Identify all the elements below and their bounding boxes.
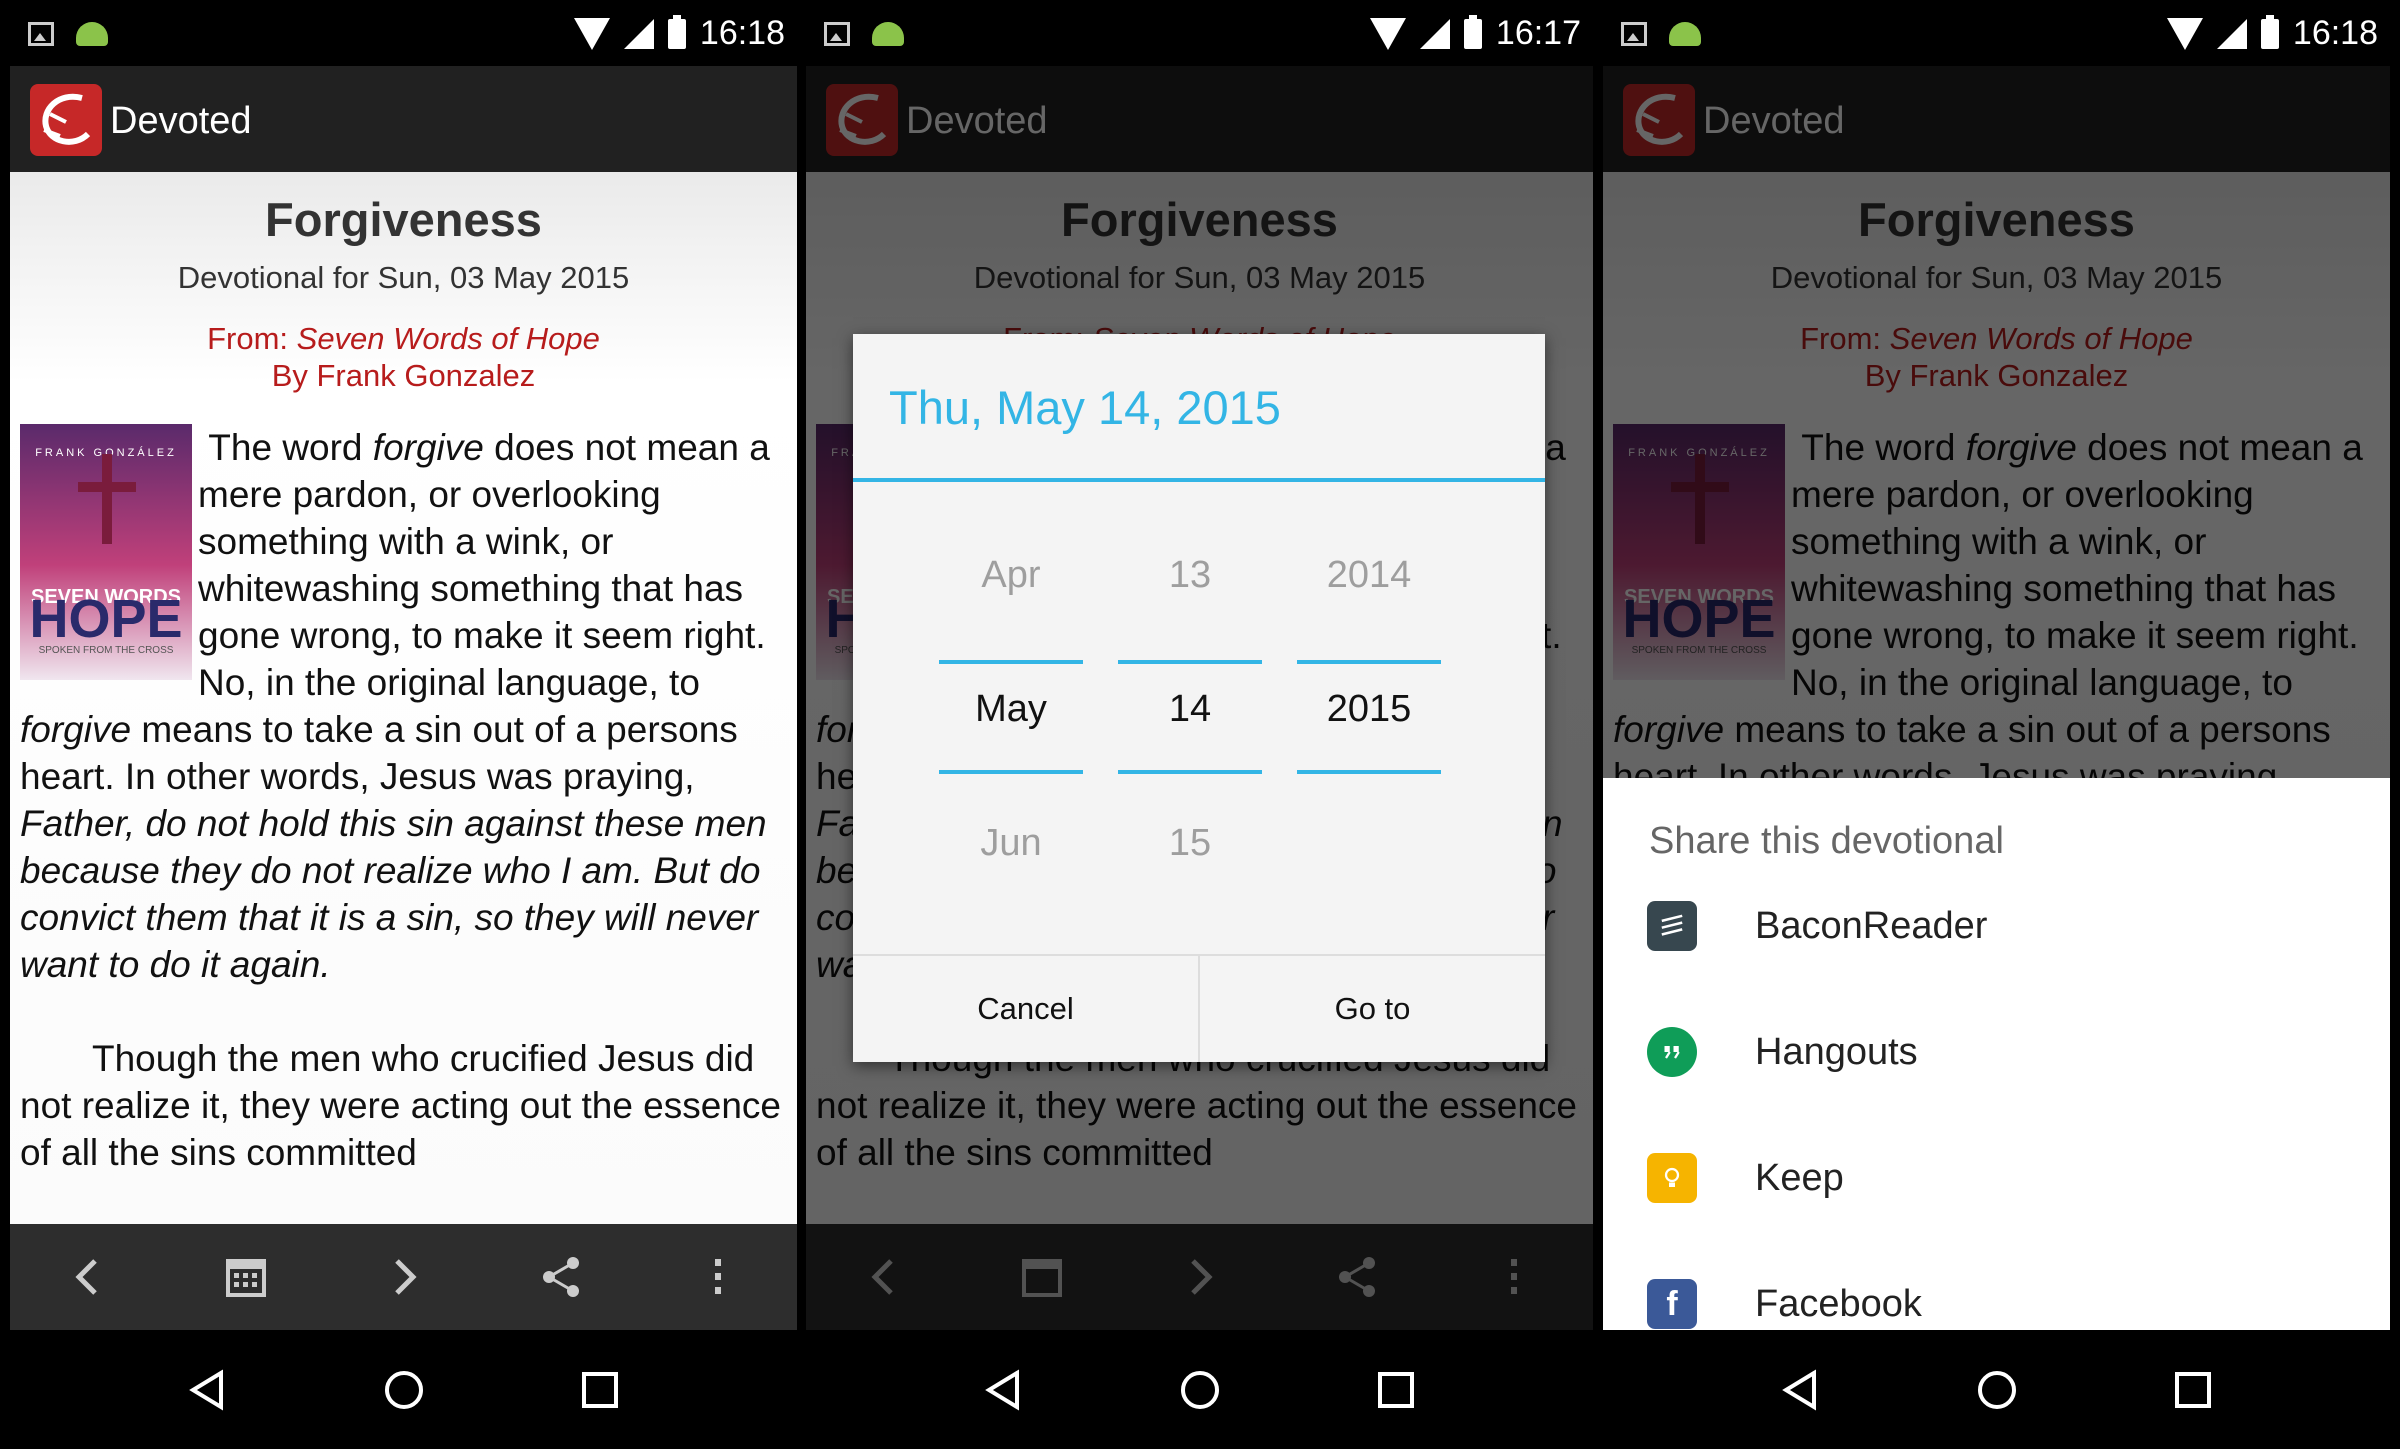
chevron-left-icon: [75, 1259, 97, 1295]
screen-share: 16:18 Devoted Forgiveness Devotional for…: [1603, 0, 2390, 1449]
year-selected[interactable]: 2015: [1297, 688, 1441, 731]
share-option-keep[interactable]: Keep: [1647, 1138, 2347, 1218]
text-run: Father, do not hold this sin against the…: [20, 803, 767, 985]
app-bar: Devoted: [10, 66, 797, 172]
book-title: Seven Words of Hope: [296, 321, 600, 356]
from-prefix: From:: [207, 321, 297, 356]
facebook-icon: f: [1647, 1279, 1697, 1329]
back-icon[interactable]: [1778, 1367, 1824, 1413]
day-spinner[interactable]: 13 14 15: [1118, 478, 1262, 890]
share-icon: [542, 1257, 579, 1297]
month-selected[interactable]: May: [939, 688, 1083, 731]
share-sheet-title: Share this devotional: [1649, 820, 2004, 862]
signal-icon: [2216, 18, 2247, 49]
dialog-header: Thu, May 14, 2015: [853, 334, 1545, 482]
previous-button[interactable]: [59, 1247, 119, 1307]
back-icon[interactable]: [981, 1367, 1027, 1413]
app-logo-icon[interactable]: [30, 84, 102, 156]
text-run: The word: [208, 427, 373, 468]
battery-icon: [667, 14, 686, 49]
keep-icon: [1647, 1153, 1697, 1203]
month-spinner[interactable]: Apr May Jun: [939, 478, 1083, 890]
battery-icon: [1463, 14, 1482, 49]
share-button[interactable]: [531, 1247, 591, 1307]
clock: 16:17: [1495, 14, 1581, 52]
nav-bar: [1603, 1330, 2390, 1449]
overflow-menu-button[interactable]: [688, 1247, 748, 1307]
status-bar: 16:17: [806, 0, 1593, 66]
day-next[interactable]: 15: [1118, 822, 1262, 865]
text-run: forgive: [372, 427, 484, 468]
recents-icon[interactable]: [2170, 1367, 2216, 1413]
share-option-baconreader[interactable]: BaconReader: [1647, 886, 2347, 966]
source-info: From: Seven Words of Hope By Frank Gonza…: [10, 320, 797, 394]
recents-icon[interactable]: [577, 1367, 623, 1413]
year-prev[interactable]: 2014: [1297, 554, 1441, 597]
wifi-icon: [2166, 17, 2203, 50]
day-selected[interactable]: 14: [1118, 688, 1262, 731]
day-prev[interactable]: 13: [1118, 554, 1262, 597]
android-notification-icon: [872, 22, 904, 46]
devotional-date: Devotional for Sun, 03 May 2015: [177, 260, 630, 295]
devotional-title: Forgiveness: [265, 193, 542, 246]
next-button[interactable]: [373, 1247, 433, 1307]
image-notification-icon: [28, 22, 54, 46]
wifi-icon: [573, 17, 610, 50]
share-option-facebook[interactable]: f Facebook: [1647, 1264, 2347, 1330]
share-option-hangouts[interactable]: Hangouts: [1647, 1012, 2347, 1092]
android-notification-icon: [76, 22, 108, 46]
devotional-body: FRANK GONZÁLEZ SEVEN WORDS HOPE SPOKEN F…: [20, 424, 783, 1176]
year-spinner[interactable]: 2014 2015: [1297, 478, 1441, 890]
calendar-icon: [226, 1259, 267, 1297]
status-bar: 16:18: [10, 0, 797, 66]
share-sheet: Share this devotional BaconReader Hangou…: [1603, 778, 2390, 1330]
clock: 16:18: [699, 14, 785, 52]
signal-icon: [1419, 18, 1450, 49]
share-option-label: Hangouts: [1755, 1030, 1918, 1073]
wifi-icon: [1369, 17, 1406, 50]
recents-icon[interactable]: [1373, 1367, 1419, 1413]
go-to-button[interactable]: Go to: [1198, 956, 1545, 1062]
share-option-label: Keep: [1755, 1156, 1844, 1199]
image-notification-icon: [824, 22, 850, 46]
share-option-label: Facebook: [1755, 1282, 1922, 1325]
share-option-label: BaconReader: [1755, 904, 1988, 947]
signal-icon: [623, 18, 654, 49]
month-next[interactable]: Jun: [939, 822, 1083, 865]
status-bar: 16:18: [1603, 0, 2390, 66]
home-icon[interactable]: [381, 1367, 427, 1413]
home-icon[interactable]: [1177, 1367, 1223, 1413]
author-line: By Frank Gonzalez: [271, 358, 536, 393]
text-run: forgive: [20, 709, 132, 750]
battery-icon: [2260, 14, 2279, 49]
selected-date: Thu, May 14, 2015: [889, 381, 1281, 434]
image-notification-icon: [1621, 22, 1647, 46]
more-vert-icon: [715, 1259, 722, 1294]
devotional-content[interactable]: Forgiveness Devotional for Sun, 03 May 2…: [10, 172, 797, 1224]
book-cover-image: FRANK GONZÁLEZ SEVEN WORDS HOPE SPOKEN F…: [20, 424, 192, 680]
chevron-right-icon: [395, 1259, 418, 1295]
back-icon[interactable]: [185, 1367, 231, 1413]
clock: 16:18: [2292, 14, 2378, 52]
nav-bar: [10, 1330, 797, 1449]
dialog-buttons: Cancel Go to: [853, 954, 1545, 1062]
bottom-toolbar: [10, 1224, 797, 1330]
android-notification-icon: [1669, 22, 1701, 46]
cancel-button[interactable]: Cancel: [853, 956, 1198, 1062]
hangouts-icon: [1647, 1027, 1697, 1077]
paragraph-2: Though the men who crucified Jesus did n…: [20, 1038, 781, 1173]
screen-date-picker: 16:17 Devoted Forgiveness Devotional for…: [806, 0, 1593, 1449]
nav-bar: [806, 1330, 1593, 1449]
baconreader-icon: [1647, 901, 1697, 951]
home-icon[interactable]: [1974, 1367, 2020, 1413]
screen-reading: 16:18 Devoted Forgiveness Devotional for…: [10, 0, 797, 1449]
calendar-button[interactable]: [216, 1247, 276, 1307]
app-title: Devoted: [110, 100, 252, 142]
date-picker-dialog: Thu, May 14, 2015 Apr May Jun 13 14 15 2…: [853, 334, 1545, 1062]
text-run: does not mean a mere pardon, or overlook…: [198, 427, 770, 703]
month-prev[interactable]: Apr: [939, 554, 1083, 597]
